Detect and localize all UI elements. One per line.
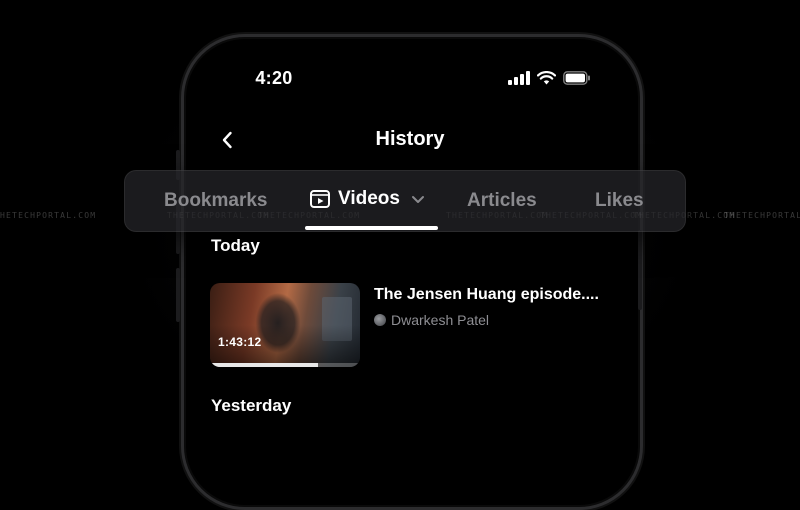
- tab-likes[interactable]: Likes: [595, 190, 644, 212]
- watch-progress-fill: [210, 363, 318, 367]
- status-icons: [508, 70, 591, 86]
- section-title-today: Today: [211, 236, 260, 255]
- battery-icon: [563, 71, 590, 85]
- channel-row[interactable]: Dwarkesh Patel: [374, 312, 489, 328]
- watch-progress-track: [210, 363, 360, 367]
- channel-name: Dwarkesh Patel: [391, 312, 490, 328]
- cellular-signal-icon: [508, 71, 530, 85]
- page-title: History: [375, 128, 445, 150]
- play-square-icon: [310, 190, 330, 208]
- channel-avatar: [374, 314, 386, 326]
- active-tab-indicator: [305, 226, 438, 230]
- video-thumbnail[interactable]: 1:43:12: [210, 283, 360, 367]
- tab-videos[interactable]: Videos: [309, 188, 426, 210]
- tab-bookmarks[interactable]: Bookmarks: [164, 190, 268, 212]
- back-button[interactable]: [214, 126, 240, 154]
- tab-videos-label: Videos: [338, 188, 400, 209]
- watermark: THETECHPORTAL.COM: [724, 211, 800, 220]
- video-title[interactable]: The Jensen Huang episode....: [374, 286, 599, 304]
- video-duration: 1:43:12: [218, 335, 262, 349]
- section-title-yesterday: Yesterday: [211, 396, 292, 415]
- watermark: THETECHPORTAL.COM: [0, 211, 97, 220]
- phone-frame: [181, 34, 643, 510]
- tab-articles[interactable]: Articles: [467, 190, 537, 212]
- thumbnail-gradient: [210, 283, 360, 367]
- phone-volume-down: [176, 268, 180, 322]
- phone-power-button: [638, 230, 642, 310]
- wifi-icon: [537, 71, 556, 85]
- chevron-down-icon[interactable]: [410, 193, 426, 205]
- status-time: 4:20: [255, 68, 293, 88]
- chevron-left-icon: [222, 131, 232, 149]
